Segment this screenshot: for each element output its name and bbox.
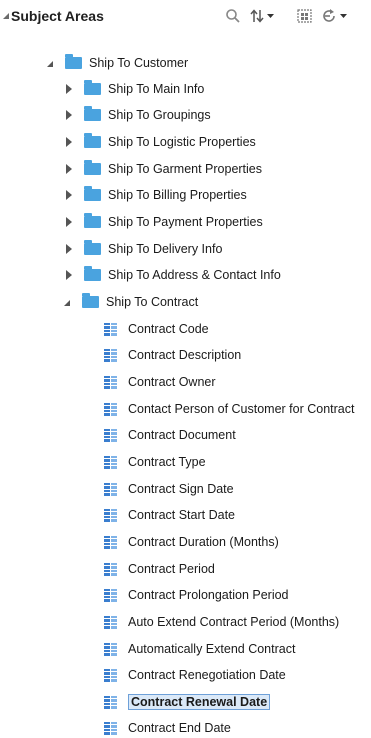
column-item[interactable]: Contract Description	[104, 345, 241, 365]
expand-arrow-icon[interactable]	[66, 84, 72, 94]
column-label: Contract Sign Date	[128, 482, 234, 496]
column-icon	[104, 695, 117, 709]
sort-icon[interactable]	[250, 6, 276, 26]
tree-item-root[interactable]: Ship To Customer	[47, 53, 188, 73]
expand-arrow-icon[interactable]	[66, 164, 72, 174]
tree-item-label: Ship To Contract	[106, 295, 199, 309]
tree-item-label: Ship To Groupings	[108, 108, 211, 122]
column-item[interactable]: Automatically Extend Contract	[104, 639, 295, 659]
tree-item-label: Ship To Logistic Properties	[108, 135, 256, 149]
tree-item-label: Ship To Address & Contact Info	[108, 268, 281, 282]
column-item-selected[interactable]: Contract Renewal Date	[104, 692, 271, 712]
column-label: Contract Type	[128, 455, 206, 469]
column-icon	[104, 375, 117, 389]
tree-item-label: Ship To Payment Properties	[108, 215, 263, 229]
column-item[interactable]: Contact Person of Customer for Contract	[104, 399, 354, 419]
column-label: Contract Description	[128, 348, 242, 362]
expand-arrow-icon[interactable]	[66, 270, 72, 280]
search-icon[interactable]	[225, 6, 241, 26]
column-item[interactable]: Contract Duration (Months)	[104, 532, 279, 552]
folder-icon	[84, 186, 101, 201]
folder-icon	[84, 106, 101, 121]
tree-folder-item[interactable]: Ship To Address & Contact Info	[66, 265, 281, 285]
column-label: Contract Code	[128, 322, 209, 336]
column-item[interactable]: Contract Type	[104, 452, 206, 472]
folder-icon	[84, 160, 101, 175]
column-icon	[104, 455, 117, 469]
column-label: Contract Start Date	[128, 508, 235, 522]
tree-folder-item[interactable]: Ship To Billing Properties	[66, 185, 247, 205]
column-label: Contract Document	[128, 428, 236, 442]
tree-folder-item[interactable]: Ship To Logistic Properties	[66, 132, 256, 152]
column-item[interactable]: Contract Owner	[104, 372, 216, 392]
tree-item-label: Ship To Billing Properties	[108, 188, 247, 202]
column-label: Contract Renewal Date	[128, 694, 271, 710]
column-label: Contract Prolongation Period	[128, 588, 289, 602]
column-label: Contract End Date	[128, 721, 231, 735]
column-icon	[104, 535, 117, 549]
folder-icon	[82, 293, 99, 308]
expand-arrow-icon[interactable]	[66, 217, 72, 227]
column-icon	[104, 482, 117, 496]
column-icon	[104, 322, 117, 336]
column-item[interactable]: Contract Prolongation Period	[104, 585, 289, 605]
tree-folder-item[interactable]: Ship To Garment Properties	[66, 159, 262, 179]
column-item[interactable]: Contract Code	[104, 319, 209, 339]
tree-item-label: Ship To Customer	[89, 56, 189, 70]
column-label: Contact Person of Customer for Contract	[128, 402, 355, 416]
collapse-arrow-icon[interactable]	[47, 61, 53, 67]
panel-title: Subject Areas	[11, 8, 104, 24]
expand-arrow-icon[interactable]	[66, 244, 72, 254]
column-icon	[104, 402, 117, 416]
column-icon	[104, 668, 117, 682]
folder-icon	[84, 133, 101, 148]
column-item[interactable]: Contract Document	[104, 425, 236, 445]
column-icon	[104, 721, 117, 735]
tree-folder-item[interactable]: Ship To Groupings	[66, 105, 211, 125]
column-icon	[104, 588, 117, 602]
column-item[interactable]: Contract Period	[104, 559, 215, 579]
column-label: Auto Extend Contract Period (Months)	[128, 615, 340, 629]
expand-arrow-icon[interactable]	[66, 137, 72, 147]
panel-header: Subject Areas	[0, 0, 371, 34]
tree-folder-item[interactable]: Ship To Delivery Info	[66, 239, 222, 259]
column-label: Automatically Extend Contract	[128, 642, 296, 656]
column-icon	[104, 615, 117, 629]
folder-icon	[84, 80, 101, 95]
column-label: Contract Renegotiation Date	[128, 668, 286, 682]
column-icon	[104, 508, 117, 522]
column-icon	[104, 348, 117, 362]
column-icon	[104, 428, 117, 442]
folder-icon	[84, 266, 101, 281]
column-label: Contract Period	[128, 562, 215, 576]
collapse-arrow-icon[interactable]	[64, 300, 70, 306]
expand-arrow-icon[interactable]	[66, 110, 72, 120]
column-item[interactable]: Auto Extend Contract Period (Months)	[104, 612, 339, 632]
column-label: Contract Owner	[128, 375, 216, 389]
expand-arrow-icon[interactable]	[66, 190, 72, 200]
column-item[interactable]: Contract Renegotiation Date	[104, 665, 286, 685]
column-item[interactable]: Contract Start Date	[104, 505, 235, 525]
folder-icon	[84, 240, 101, 255]
tree-item-label: Ship To Main Info	[108, 82, 205, 96]
column-label: Contract Duration (Months)	[128, 535, 279, 549]
tree-folder-item[interactable]: Ship To Payment Properties	[66, 212, 263, 232]
refresh-icon[interactable]	[322, 6, 348, 26]
triangle-down-icon[interactable]	[3, 13, 9, 19]
column-item[interactable]: Contract Sign Date	[104, 479, 234, 499]
column-icon	[104, 562, 117, 576]
tree-item-label: Ship To Garment Properties	[108, 162, 263, 176]
select-columns-icon[interactable]	[296, 6, 314, 26]
tree-folder-item[interactable]: Ship To Main Info	[66, 79, 204, 99]
column-icon	[104, 642, 117, 656]
folder-icon	[84, 213, 101, 228]
column-item[interactable]: Contract End Date	[104, 718, 231, 738]
tree-item-label: Ship To Delivery Info	[108, 242, 223, 256]
tree-folder-item-open[interactable]: Ship To Contract	[64, 292, 198, 312]
folder-icon	[65, 54, 82, 69]
